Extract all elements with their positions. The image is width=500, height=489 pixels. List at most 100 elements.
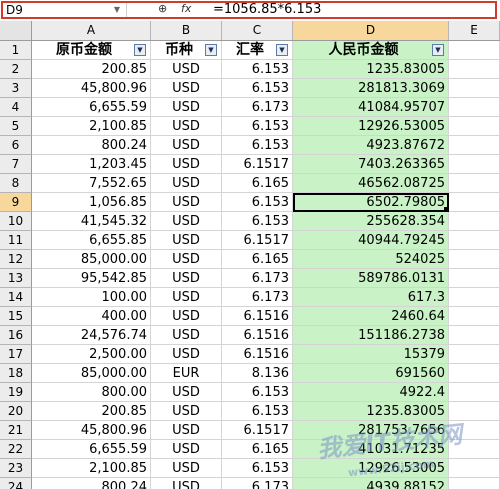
cell[interactable]: 6.153 [222,60,293,79]
cell[interactable]: 6.153 [222,459,293,478]
cell[interactable] [449,250,500,269]
cell[interactable]: 6.153 [222,212,293,231]
cell[interactable]: 6.173 [222,269,293,288]
row-number[interactable]: 13 [0,269,32,288]
cell[interactable]: 1235.83005 [293,60,449,79]
column-header-d[interactable]: D [293,21,449,40]
cell[interactable]: USD [151,136,222,155]
cell[interactable]: USD [151,98,222,117]
cell[interactable]: 151186.2738 [293,326,449,345]
cell[interactable]: 15379 [293,345,449,364]
header-cell[interactable]: 原币金额 ▼ [32,41,151,60]
cell[interactable]: 200.85 [32,402,151,421]
cell[interactable]: 6.173 [222,478,293,489]
cell[interactable]: 281753.7656 [293,421,449,440]
cell[interactable]: 6.173 [222,98,293,117]
row-number[interactable]: 6 [0,136,32,155]
cell[interactable]: 6,655.59 [32,440,151,459]
column-header-e[interactable]: E [449,21,500,40]
cell[interactable]: 6.153 [222,193,293,212]
cell[interactable] [449,478,500,489]
cell[interactable] [449,136,500,155]
cell[interactable]: 6.153 [222,402,293,421]
cell[interactable]: USD [151,79,222,98]
cell[interactable] [449,212,500,231]
row-number[interactable]: 12 [0,250,32,269]
cell[interactable]: 8.136 [222,364,293,383]
cell[interactable]: 46562.08725 [293,174,449,193]
cell[interactable] [449,60,500,79]
cell[interactable]: 617.3 [293,288,449,307]
row-number[interactable]: 14 [0,288,32,307]
row-number[interactable]: 17 [0,345,32,364]
cell[interactable]: EUR [151,364,222,383]
header-cell[interactable]: 人民币金额 ▼ [293,41,449,60]
cell[interactable]: USD [151,193,222,212]
cell[interactable]: 6.165 [222,250,293,269]
name-box[interactable]: D9 ▼ [6,3,122,17]
cell[interactable]: USD [151,231,222,250]
cell[interactable]: USD [151,269,222,288]
cell[interactable]: USD [151,60,222,79]
cell[interactable]: 24,576.74 [32,326,151,345]
row-number[interactable]: 19 [0,383,32,402]
cell[interactable]: USD [151,478,222,489]
select-all-corner[interactable] [0,21,32,40]
filter-dropdown-icon[interactable]: ▼ [432,44,444,56]
cell[interactable] [449,440,500,459]
cell[interactable]: USD [151,155,222,174]
cell[interactable] [449,117,500,136]
cell[interactable]: 6,655.85 [32,231,151,250]
filter-dropdown-icon[interactable]: ▼ [134,44,146,56]
cell[interactable] [449,345,500,364]
cell[interactable]: 6.1516 [222,326,293,345]
cell[interactable]: 6.153 [222,136,293,155]
cell[interactable] [449,269,500,288]
cell[interactable]: 6.1516 [222,307,293,326]
cell[interactable]: USD [151,440,222,459]
column-header-a[interactable]: A [32,21,151,40]
cell[interactable]: 6.153 [222,79,293,98]
cell[interactable] [449,174,500,193]
cell[interactable]: 800.24 [32,478,151,489]
cell[interactable]: 281813.3069 [293,79,449,98]
cell[interactable]: 524025 [293,250,449,269]
header-cell[interactable]: 币种 ▼ [151,41,222,60]
cell[interactable] [449,41,500,60]
row-number[interactable]: 23 [0,459,32,478]
cell[interactable] [449,383,500,402]
cell[interactable]: USD [151,459,222,478]
cell[interactable]: 41,545.32 [32,212,151,231]
cell[interactable]: 7,552.65 [32,174,151,193]
zoom-icon[interactable]: ⊕ [158,2,167,15]
cell[interactable] [449,421,500,440]
cell[interactable]: 100.00 [32,288,151,307]
cell[interactable]: 4939.88152 [293,478,449,489]
row-number[interactable]: 21 [0,421,32,440]
cell[interactable]: 40944.79245 [293,231,449,250]
row-number[interactable]: 8 [0,174,32,193]
cell[interactable]: 6.165 [222,440,293,459]
formula-input[interactable]: =1056.85*6.153 [213,2,321,17]
cell[interactable] [449,307,500,326]
cell[interactable]: 7403.263365 [293,155,449,174]
selected-cell[interactable]: 6502.79805 [293,193,449,212]
cell[interactable]: 12926.53005 [293,117,449,136]
cell[interactable]: USD [151,212,222,231]
cell[interactable]: 255628.354 [293,212,449,231]
row-number[interactable]: 16 [0,326,32,345]
cell[interactable] [449,364,500,383]
cell[interactable]: 85,000.00 [32,364,151,383]
cell[interactable]: 1,203.45 [32,155,151,174]
cell[interactable] [449,155,500,174]
row-number[interactable]: 20 [0,402,32,421]
cell[interactable]: 2,500.00 [32,345,151,364]
cell[interactable]: USD [151,326,222,345]
cell[interactable]: 41084.95707 [293,98,449,117]
column-header-b[interactable]: B [151,21,222,40]
cell[interactable]: USD [151,421,222,440]
cell[interactable]: 85,000.00 [32,250,151,269]
row-number[interactable]: 18 [0,364,32,383]
column-header-c[interactable]: C [222,21,293,40]
cell[interactable] [449,79,500,98]
